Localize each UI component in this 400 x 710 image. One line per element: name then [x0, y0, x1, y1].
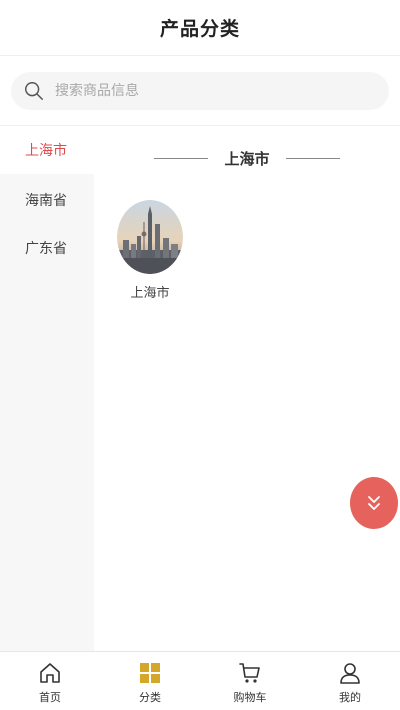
- category-content: 上海市 上海市: [94, 126, 400, 652]
- divider-right: [285, 157, 340, 159]
- sidebar-item-shanghai[interactable]: 上海市: [0, 126, 94, 174]
- section-header: 上海市: [94, 146, 400, 170]
- cart-icon: [239, 663, 260, 683]
- tab-cart[interactable]: 购物车: [200, 652, 300, 710]
- category-sidebar: 上海市 海南省 广东省: [0, 126, 94, 652]
- city-label: 上海市: [130, 286, 170, 301]
- tab-home-label: 首页: [39, 691, 61, 704]
- tab-cart-label: 购物车: [233, 691, 267, 704]
- sidebar-item-guangdong[interactable]: 广东省: [0, 224, 94, 272]
- tab-mine[interactable]: 我的: [300, 652, 400, 710]
- search-box[interactable]: [11, 72, 389, 110]
- app-header: 产品分类: [0, 0, 400, 56]
- double-chevron-down-icon: [368, 496, 380, 510]
- search-input[interactable]: [55, 83, 355, 99]
- page-title: 产品分类: [159, 18, 240, 40]
- tab-category[interactable]: 分类: [100, 652, 200, 710]
- scroll-down-button[interactable]: [350, 477, 398, 529]
- divider-left: [154, 157, 209, 159]
- home-icon: [40, 663, 60, 683]
- search-bar: [0, 56, 400, 126]
- tab-mine-label: 我的: [339, 691, 361, 704]
- section-title: 上海市: [224, 149, 270, 168]
- user-icon: [340, 663, 360, 684]
- tab-home[interactable]: 首页: [0, 652, 100, 710]
- bottom-tab-bar: 首页 分类 购物车 我的: [0, 651, 400, 710]
- shanghai-skyline-image: [117, 200, 183, 274]
- tab-category-label: 分类: [139, 691, 161, 704]
- city-card-shanghai[interactable]: 上海市: [116, 200, 184, 301]
- category-grid-icon: [140, 663, 160, 683]
- search-icon: [25, 82, 43, 100]
- sidebar-item-hainan[interactable]: 海南省: [0, 176, 94, 224]
